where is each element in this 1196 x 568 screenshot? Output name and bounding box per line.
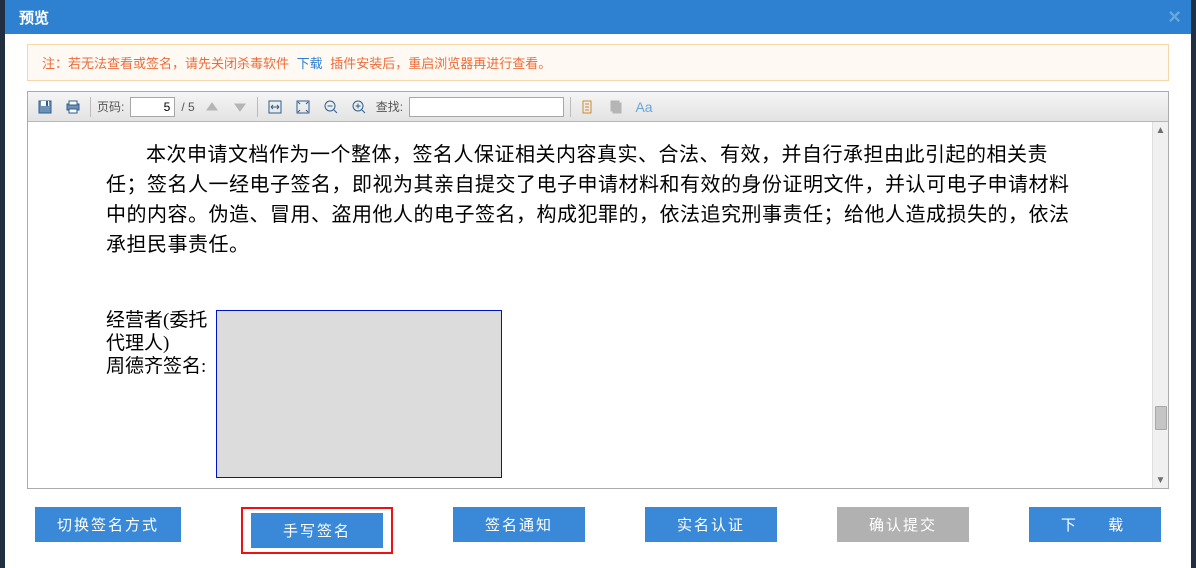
page-number-input[interactable] bbox=[130, 97, 175, 117]
scroll-down-icon[interactable]: ▼ bbox=[1153, 472, 1169, 488]
modal-body: 注：若无法查看或签名，请先关闭杀毒软件 下载 插件安装后，重启浏览器再进行查看。… bbox=[5, 34, 1191, 489]
scroll-up-icon[interactable]: ▲ bbox=[1153, 122, 1169, 138]
signature-labels: 经营者(委托代理人) 周德齐签名: bbox=[106, 310, 216, 478]
page-up-icon[interactable] bbox=[201, 96, 223, 118]
save-icon[interactable] bbox=[34, 96, 56, 118]
handwrite-sign-button[interactable]: 手写签名 bbox=[251, 513, 383, 548]
zoom-in-icon[interactable] bbox=[348, 96, 370, 118]
search-label: 查找: bbox=[376, 98, 403, 115]
text-select-icon[interactable]: Aa bbox=[633, 96, 655, 118]
sign-notice-button[interactable]: 签名通知 bbox=[453, 507, 585, 542]
signature-block: 经营者(委托代理人) 周德齐签名: bbox=[106, 310, 1082, 478]
fit-page-icon[interactable] bbox=[292, 96, 314, 118]
sig-role-label: 经营者(委托代理人) bbox=[106, 310, 216, 356]
notice-suffix: 插件安装后，重启浏览器再进行查看。 bbox=[330, 56, 551, 71]
confirm-submit-button: 确认提交 bbox=[837, 507, 969, 542]
fit-width-icon[interactable] bbox=[264, 96, 286, 118]
separator bbox=[257, 97, 258, 117]
copy-icon[interactable] bbox=[605, 96, 627, 118]
notice-prefix: 注：若无法查看或签名，请先关闭杀毒软件 bbox=[42, 56, 289, 71]
search-input[interactable] bbox=[409, 97, 564, 117]
document-viewer: 页码: / 5 bbox=[27, 91, 1169, 489]
scroll-thumb[interactable] bbox=[1155, 406, 1167, 430]
close-icon[interactable]: × bbox=[1168, 4, 1181, 30]
document-content: 本次申请文档作为一个整体，签名人保证相关内容真实、合法、有效，并自行承担由此引起… bbox=[28, 122, 1152, 488]
declaration-paragraph: 本次申请文档作为一个整体，签名人保证相关内容真实、合法、有效，并自行承担由此引起… bbox=[106, 140, 1082, 260]
zoom-out-icon[interactable] bbox=[320, 96, 342, 118]
real-name-auth-button[interactable]: 实名认证 bbox=[645, 507, 777, 542]
signature-box[interactable] bbox=[216, 310, 502, 478]
page-total: / 5 bbox=[181, 100, 194, 114]
separator bbox=[570, 97, 571, 117]
aa-icon: Aa bbox=[635, 99, 652, 115]
modal-title: 预览 bbox=[19, 7, 49, 28]
download-plugin-link[interactable]: 下载 bbox=[297, 56, 323, 71]
sig-name-label: 周德齐签名: bbox=[106, 356, 216, 379]
modal-header: 预览 × bbox=[5, 0, 1191, 34]
page-down-icon[interactable] bbox=[229, 96, 251, 118]
viewer-toolbar: 页码: / 5 bbox=[28, 92, 1168, 122]
select-tool-icon[interactable] bbox=[577, 96, 599, 118]
preview-modal: 预览 × 注：若无法查看或签名，请先关闭杀毒软件 下载 插件安装后，重启浏览器再… bbox=[5, 0, 1191, 568]
separator bbox=[90, 97, 91, 117]
page-area: 本次申请文档作为一个整体，签名人保证相关内容真实、合法、有效，并自行承担由此引起… bbox=[28, 122, 1168, 488]
notice-bar: 注：若无法查看或签名，请先关闭杀毒软件 下载 插件安装后，重启浏览器再进行查看。 bbox=[27, 44, 1169, 81]
page-label: 页码: bbox=[97, 98, 124, 115]
print-icon[interactable] bbox=[62, 96, 84, 118]
footer-buttons: 切换签名方式 手写签名 签名通知 实名认证 确认提交 下 载 bbox=[5, 489, 1191, 568]
highlighted-action: 手写签名 bbox=[241, 507, 393, 554]
scroll-track[interactable] bbox=[1153, 138, 1169, 472]
vertical-scrollbar[interactable]: ▲ ▼ bbox=[1152, 122, 1168, 488]
switch-sign-method-button[interactable]: 切换签名方式 bbox=[35, 507, 181, 542]
download-button[interactable]: 下 载 bbox=[1029, 507, 1161, 542]
